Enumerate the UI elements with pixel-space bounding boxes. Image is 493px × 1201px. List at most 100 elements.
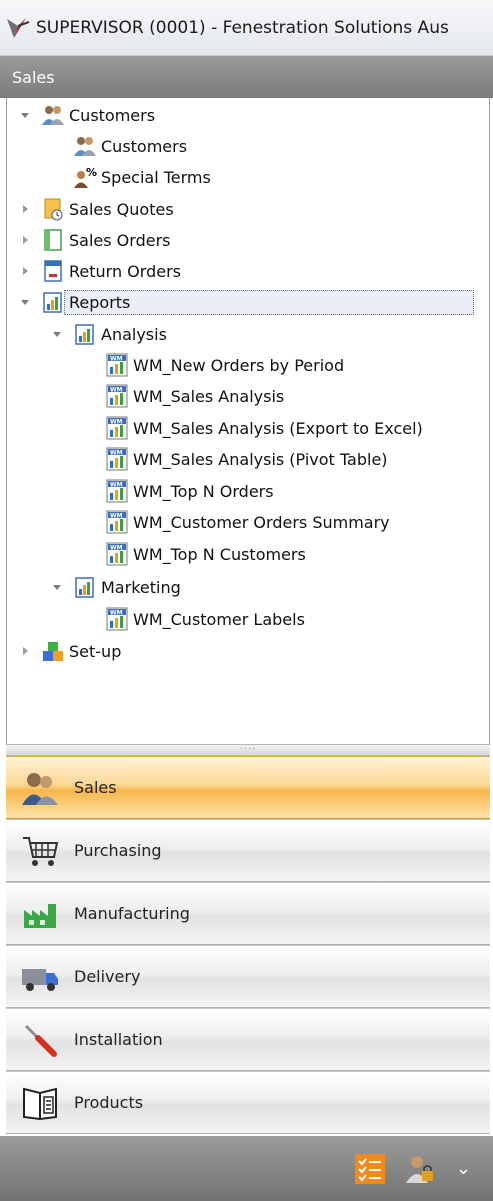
tree-label: Sales Orders bbox=[69, 230, 171, 250]
task-list-icon[interactable] bbox=[354, 1153, 386, 1185]
return-orders-icon bbox=[44, 260, 62, 282]
tree-label: Customers bbox=[101, 136, 188, 156]
tree-node-report[interactable]: WM WM_Sales Analysis (Export to Excel) bbox=[105, 413, 423, 443]
wm-report-icon: WM bbox=[106, 416, 128, 440]
tree-node-return-orders[interactable]: Return Orders bbox=[23, 256, 181, 286]
tree-label: WM_Sales Analysis bbox=[133, 386, 285, 406]
nav-label: Installation bbox=[74, 1030, 163, 1049]
svg-text:WM: WM bbox=[110, 450, 123, 457]
collapse-arrow-icon[interactable] bbox=[51, 328, 63, 340]
collapse-arrow-icon[interactable] bbox=[19, 296, 31, 308]
tree-node-report[interactable]: WM WM_Customer Orders Summary bbox=[105, 507, 390, 537]
nav-installation-button[interactable]: Installation bbox=[6, 1008, 490, 1071]
tree-node-special-terms[interactable]: % Special Terms bbox=[73, 162, 211, 192]
tree-label: Reports bbox=[64, 289, 474, 315]
app-logo-icon bbox=[7, 17, 30, 38]
customers-icon bbox=[42, 106, 64, 125]
special-terms-icon: % bbox=[74, 166, 97, 188]
tree-label: WM_New Orders by Period bbox=[133, 355, 345, 375]
nav-sales-button[interactable]: Sales bbox=[6, 756, 490, 819]
expand-arrow-icon[interactable] bbox=[19, 265, 31, 277]
nav-label: Products bbox=[74, 1093, 144, 1112]
wm-report-icon: WM bbox=[106, 607, 128, 631]
window-title-bar: SUPERVISOR (0001) - Fenestration Solutio… bbox=[0, 0, 493, 56]
svg-text:WM: WM bbox=[110, 482, 123, 489]
svg-text:WM: WM bbox=[110, 610, 123, 617]
customers-icon bbox=[74, 137, 96, 156]
svg-text:WM: WM bbox=[110, 545, 123, 552]
tree-node-report[interactable]: WM WM_Customer Labels bbox=[105, 604, 305, 634]
nav-delivery-button[interactable]: Delivery bbox=[6, 945, 490, 1008]
tree-node-marketing[interactable]: Marketing bbox=[53, 572, 181, 602]
panel-splitter[interactable]: ···· bbox=[6, 744, 490, 756]
tree-node-analysis[interactable]: Analysis bbox=[53, 319, 167, 349]
nav-label: Delivery bbox=[74, 967, 141, 986]
tree-node-report[interactable]: WM WM_Sales Analysis (Pivot Table) bbox=[105, 444, 388, 474]
svg-text:%: % bbox=[86, 166, 97, 179]
tree-label: WM_Customer Orders Summary bbox=[133, 512, 390, 532]
nav-label: Purchasing bbox=[74, 841, 162, 860]
tree-node-report[interactable]: WM WM_Top N Orders bbox=[105, 476, 274, 506]
tree-label: Customers bbox=[69, 105, 156, 125]
wm-report-icon: WM bbox=[106, 353, 128, 377]
sales-people-icon bbox=[22, 772, 58, 805]
tree-label: Special Terms bbox=[101, 167, 211, 187]
wm-report-icon: WM bbox=[106, 447, 128, 471]
nav-purchasing-button[interactable]: Purchasing bbox=[6, 819, 490, 882]
nav-manufacturing-button[interactable]: Manufacturing bbox=[6, 882, 490, 945]
tree-label: WM_Sales Analysis (Pivot Table) bbox=[133, 449, 388, 469]
reports-icon bbox=[75, 577, 94, 598]
expand-arrow-icon[interactable] bbox=[19, 203, 31, 215]
tree-node-setup[interactable]: Set-up bbox=[23, 636, 122, 666]
tree-label: WM_Top N Customers bbox=[133, 544, 306, 564]
wm-report-icon: WM bbox=[106, 510, 128, 534]
bottom-overflow-bar: ⌄ bbox=[0, 1136, 493, 1201]
setup-blocks-icon bbox=[43, 642, 63, 661]
tree-node-sales-orders[interactable]: Sales Orders bbox=[23, 225, 171, 255]
tree-label: Set-up bbox=[69, 641, 122, 661]
collapse-arrow-icon[interactable] bbox=[19, 109, 31, 121]
sales-orders-icon bbox=[44, 229, 62, 251]
tree-label: Marketing bbox=[101, 577, 181, 597]
tree-node-report[interactable]: WM WM_Top N Customers bbox=[105, 539, 306, 569]
delivery-truck-icon bbox=[22, 968, 58, 991]
tree-label: WM_Customer Labels bbox=[133, 609, 305, 629]
tree-label: WM_Top N Orders bbox=[133, 481, 274, 501]
user-lock-icon[interactable] bbox=[404, 1153, 436, 1185]
wm-report-icon: WM bbox=[106, 542, 128, 566]
tree-label: Sales Quotes bbox=[69, 199, 174, 219]
svg-text:WM: WM bbox=[110, 419, 123, 426]
wm-report-icon: WM bbox=[106, 384, 128, 408]
svg-text:WM: WM bbox=[110, 387, 123, 394]
expand-arrow-icon[interactable] bbox=[19, 645, 31, 657]
nav-products-button[interactable]: Products bbox=[6, 1071, 490, 1134]
tree-node-report[interactable]: WM WM_Sales Analysis bbox=[105, 381, 284, 411]
tree-label: WM_Sales Analysis (Export to Excel) bbox=[133, 418, 423, 438]
sales-quotes-icon bbox=[44, 198, 63, 221]
expand-arrow-icon[interactable] bbox=[19, 234, 31, 246]
tree-node-customers[interactable]: Customers bbox=[21, 100, 156, 130]
reports-icon bbox=[75, 324, 94, 345]
tree-node-reports[interactable]: Reports bbox=[21, 287, 474, 317]
nav-label: Sales bbox=[74, 778, 117, 797]
tree-panel[interactable]: Customers Customers % Special Terms Sale… bbox=[6, 98, 490, 744]
wm-report-icon: WM bbox=[106, 479, 128, 503]
nav-label: Manufacturing bbox=[74, 904, 190, 923]
factory-icon bbox=[24, 903, 56, 928]
collapse-arrow-icon[interactable] bbox=[51, 581, 63, 593]
tree-label: Return Orders bbox=[69, 261, 181, 281]
section-header-title: Sales bbox=[12, 67, 55, 87]
screwdriver-icon bbox=[24, 1024, 57, 1057]
window-title: SUPERVISOR (0001) - Fenestration Solutio… bbox=[36, 17, 449, 38]
reports-icon bbox=[43, 292, 62, 313]
tree-node-customers-child[interactable]: Customers bbox=[73, 131, 187, 161]
tree-node-sales-quotes[interactable]: Sales Quotes bbox=[23, 194, 174, 224]
grip-dots-icon: ···· bbox=[239, 744, 257, 755]
tree-label: Analysis bbox=[101, 324, 167, 344]
catalog-book-icon bbox=[23, 1087, 57, 1120]
section-header: Sales bbox=[0, 56, 493, 98]
svg-text:WM: WM bbox=[110, 513, 123, 520]
chevron-down-icon[interactable]: ⌄ bbox=[456, 1158, 471, 1179]
svg-text:WM: WM bbox=[110, 356, 123, 363]
tree-node-report[interactable]: WM WM_New Orders by Period bbox=[105, 350, 344, 380]
